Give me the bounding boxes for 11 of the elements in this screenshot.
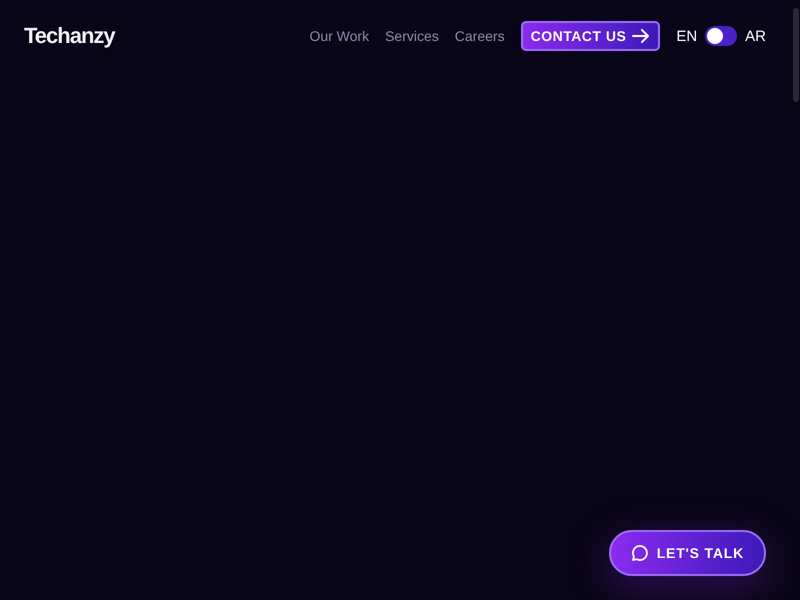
arrow-icon	[632, 29, 650, 43]
logo[interactable]: Techanzy	[24, 23, 115, 49]
nav-link[interactable]: Our Work	[309, 28, 370, 44]
nav-link[interactable]: Careers	[454, 28, 505, 44]
language-label: EN	[676, 28, 698, 44]
language-toggle[interactable]	[705, 26, 738, 46]
contact-button[interactable]: CONTACT US	[520, 21, 660, 51]
language-label: AR	[745, 28, 766, 44]
chat-icon	[630, 544, 649, 562]
chat-button[interactable]: LET'S TALK	[608, 530, 766, 576]
nav-link[interactable]: Services	[385, 28, 439, 44]
